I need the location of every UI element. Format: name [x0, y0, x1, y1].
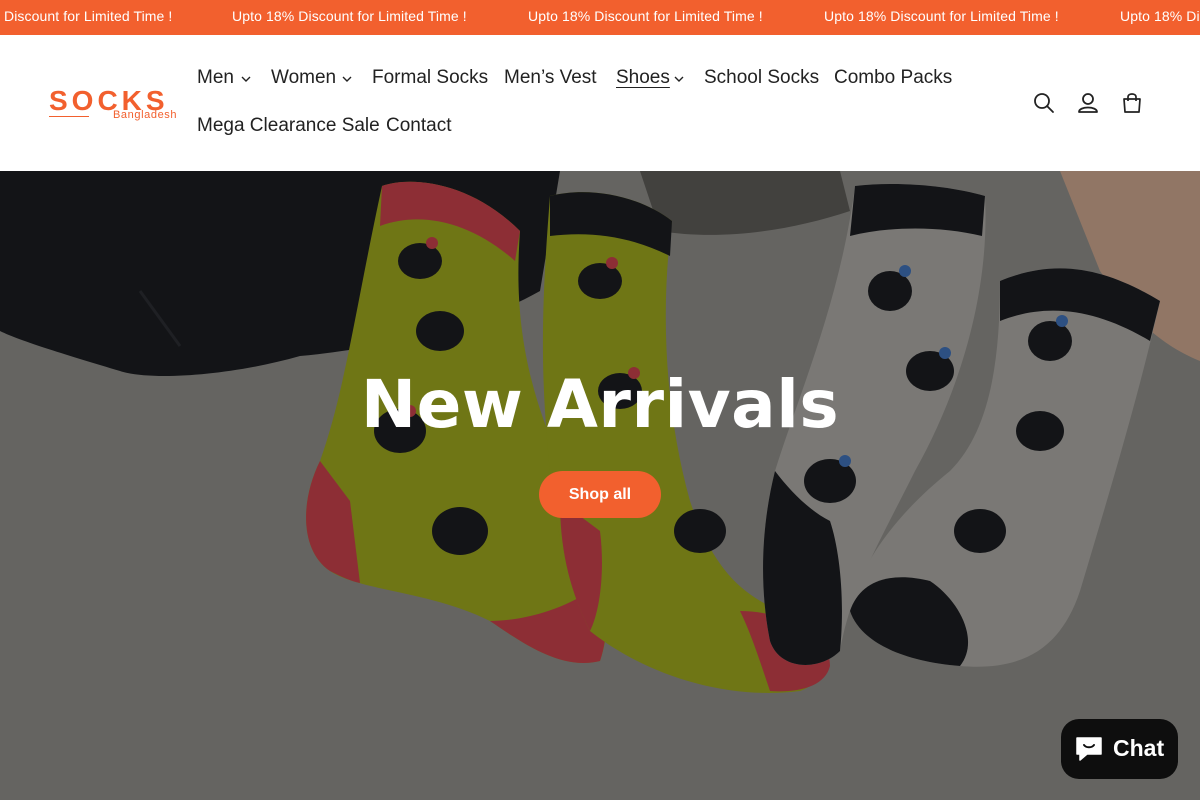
- nav-mens-vest[interactable]: Men’s Vest: [504, 67, 597, 89]
- search-icon[interactable]: [1031, 90, 1057, 116]
- site-logo[interactable]: SOCKS Bangladesh: [49, 86, 177, 122]
- hero-title: New Arrivals: [360, 366, 840, 443]
- chat-bubble-icon: [1076, 737, 1102, 761]
- nav-shoes[interactable]: Shoes: [616, 67, 670, 89]
- announcement-text: Upto 18% Discount for Limited Time !: [528, 8, 763, 24]
- nav-mega-clearance-sale[interactable]: Mega Clearance Sale: [197, 115, 380, 137]
- announcement-bar: Discount for Limited Time ! Upto 18% Dis…: [0, 0, 1200, 35]
- announcement-text: Discount for Limited Time !: [4, 8, 173, 24]
- chevron-down-icon: [674, 76, 684, 82]
- announcement-text: Upto 18% Di: [1120, 8, 1200, 24]
- chat-widget-button[interactable]: Chat: [1061, 719, 1178, 779]
- nav-contact[interactable]: Contact: [386, 115, 451, 137]
- nav-formal-socks[interactable]: Formal Socks: [372, 67, 488, 89]
- announcement-text: Upto 18% Discount for Limited Time !: [824, 8, 1059, 24]
- nav-school-socks[interactable]: School Socks: [704, 67, 819, 89]
- chat-label: Chat: [1113, 735, 1165, 761]
- announcement-text: Upto 18% Discount for Limited Time !: [232, 8, 467, 24]
- logo-subtitle: Bangladesh: [113, 109, 178, 121]
- site-header: SOCKS Bangladesh Men Women Formal Socks …: [0, 35, 1200, 171]
- chevron-down-icon: [241, 76, 251, 82]
- chevron-down-icon: [342, 76, 352, 82]
- logo-underline: [49, 116, 89, 117]
- nav-men[interactable]: Men: [197, 67, 234, 89]
- account-icon[interactable]: [1075, 90, 1101, 116]
- nav-women[interactable]: Women: [271, 67, 336, 89]
- hero-banner: New Arrivals Shop all: [0, 171, 1200, 800]
- cart-icon[interactable]: [1119, 90, 1145, 116]
- nav-combo-packs[interactable]: Combo Packs: [834, 67, 952, 89]
- shop-all-button[interactable]: Shop all: [539, 471, 661, 518]
